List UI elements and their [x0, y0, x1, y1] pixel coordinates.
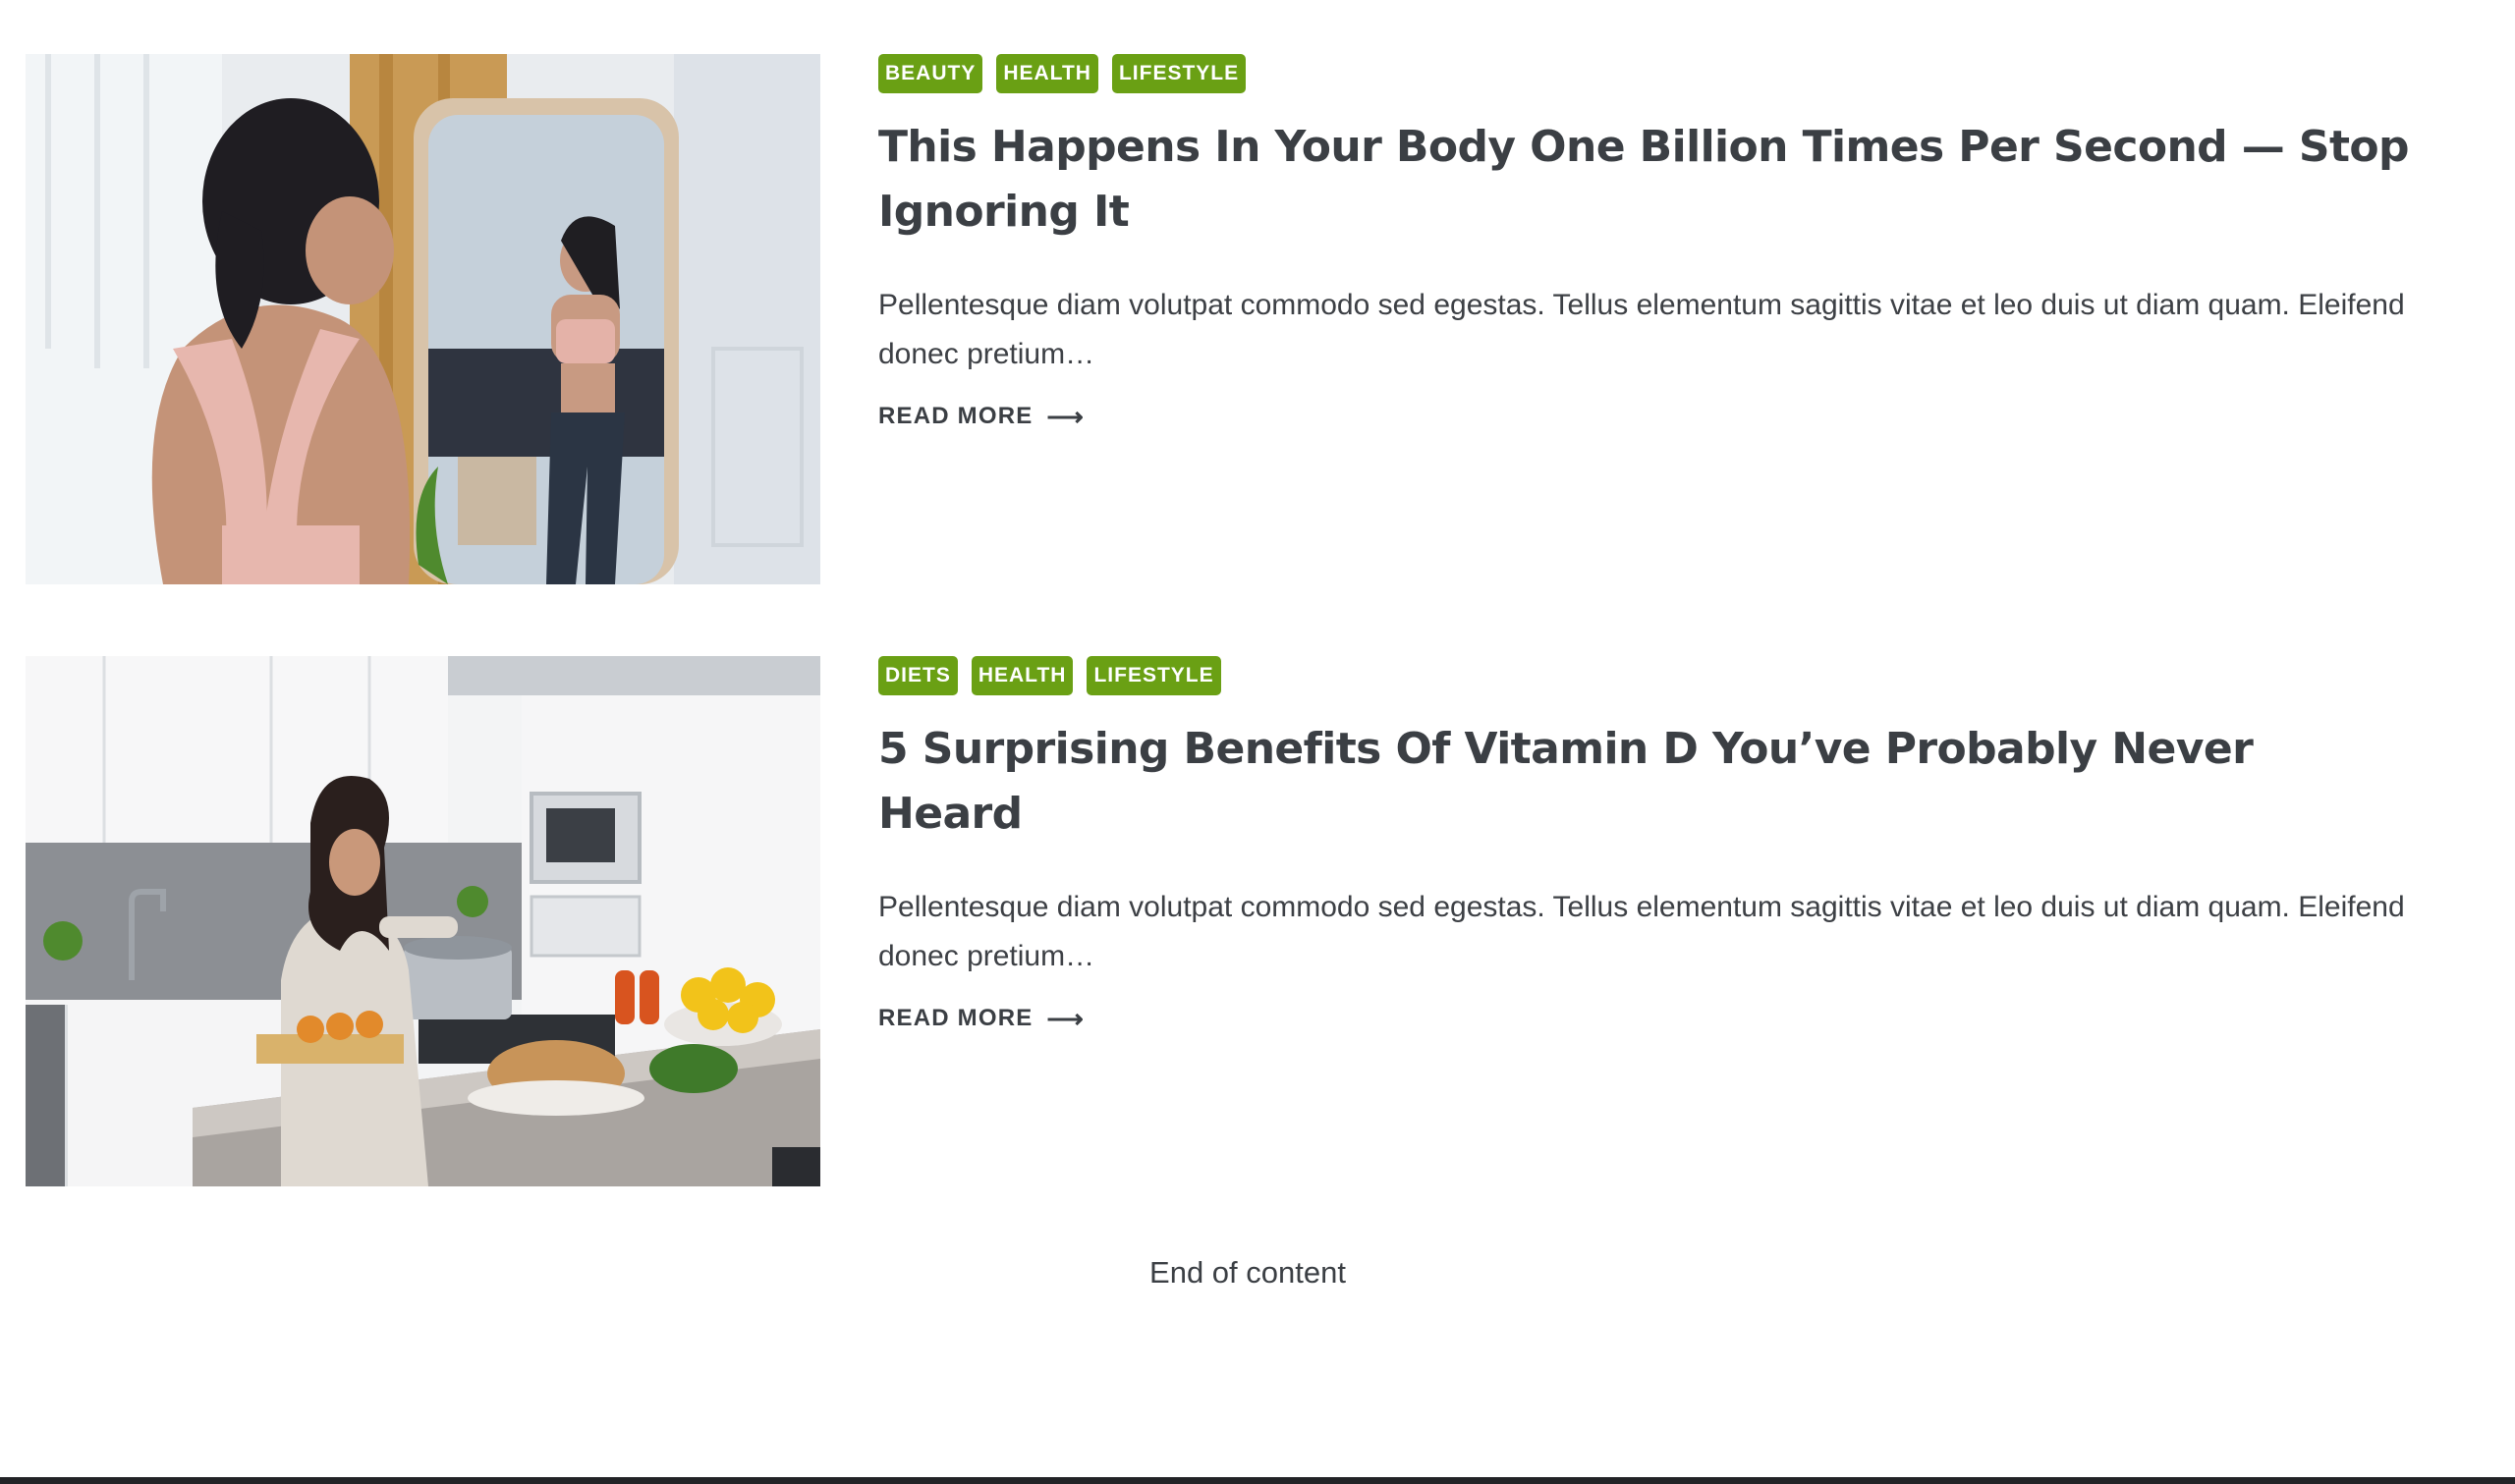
footer-bar: [0, 1477, 2515, 1484]
post-title[interactable]: 5 Surprising Benefits Of Vitamin D You’v…: [878, 717, 2411, 847]
post-excerpt: Pellentesque diam volutpat commodo sed e…: [878, 289, 2405, 370]
tag-lifestyle[interactable]: LIFESTYLE: [1087, 656, 1221, 695]
tag-health[interactable]: HEALTH: [996, 54, 1098, 93]
tag-beauty[interactable]: BEAUTY: [878, 54, 983, 93]
post-tags: DIETS HEALTH LIFESTYLE: [878, 656, 2411, 695]
tag-health[interactable]: HEALTH: [971, 656, 1074, 695]
read-more-link[interactable]: READ MORE ⟶: [878, 1005, 1085, 1032]
read-more-label: READ MORE: [878, 1005, 1034, 1031]
post-card: DIETS HEALTH LIFESTYLE 5 Surprising Bene…: [26, 656, 2482, 1186]
read-more-label: READ MORE: [878, 403, 1034, 429]
tag-lifestyle[interactable]: LIFESTYLE: [1111, 54, 1247, 93]
read-more-link[interactable]: READ MORE ⟶: [878, 403, 1085, 430]
post-card: BEAUTY HEALTH LIFESTYLE This Happens In …: [26, 54, 2482, 584]
post-thumbnail-link[interactable]: [26, 54, 820, 584]
post-thumbnail-link[interactable]: [26, 656, 820, 1186]
arrow-right-icon: ⟶: [1046, 1004, 1085, 1033]
woman-mirror-image: [26, 54, 820, 584]
post-excerpt: Pellentesque diam volutpat commodo sed e…: [878, 891, 2405, 972]
post-tags: BEAUTY HEALTH LIFESTYLE: [878, 54, 2411, 93]
arrow-right-icon: ⟶: [1046, 402, 1085, 431]
tag-diets[interactable]: DIETS: [878, 656, 958, 695]
woman-kitchen-image: [26, 656, 820, 1186]
post-content: BEAUTY HEALTH LIFESTYLE This Happens In …: [878, 54, 2411, 430]
end-of-content-message: End of content: [1149, 1255, 1346, 1290]
post-title[interactable]: This Happens In Your Body One Billion Ti…: [878, 115, 2411, 245]
post-content: DIETS HEALTH LIFESTYLE 5 Surprising Bene…: [878, 656, 2411, 1032]
